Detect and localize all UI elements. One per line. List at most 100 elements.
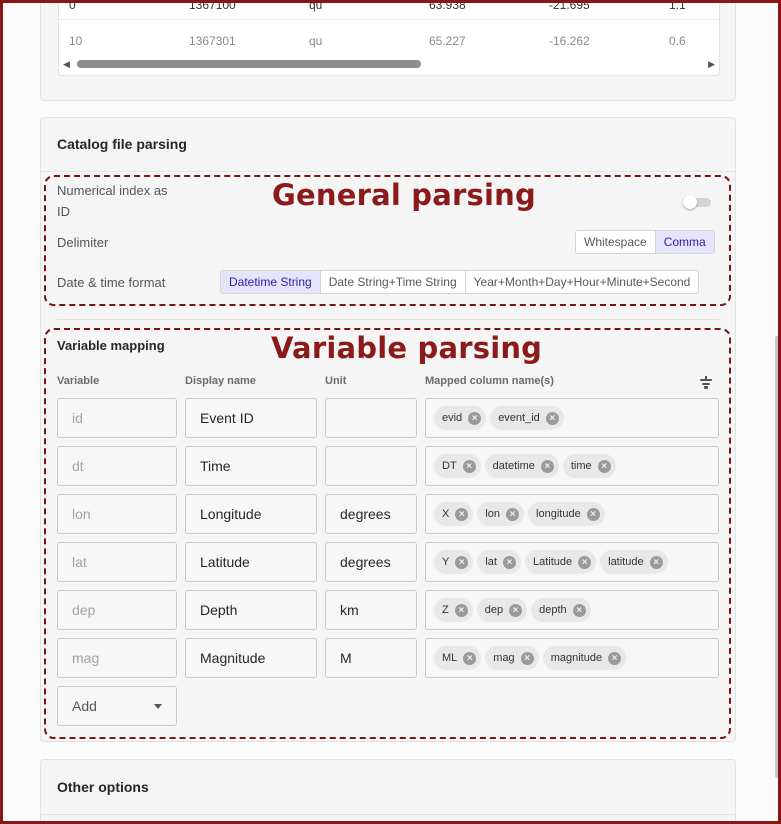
unit-input[interactable]: degrees [325,494,417,534]
variable-field[interactable]: dep [57,590,177,630]
variable-field[interactable]: id [57,398,177,438]
unit-input[interactable]: degrees [325,542,417,582]
mapped-columns-input[interactable]: DT × datetime × time × [425,446,719,486]
display-name-input[interactable]: Event ID [185,398,317,438]
unit-input[interactable] [325,446,417,486]
mapped-columns-input[interactable]: X × lon × longitude × [425,494,719,534]
settings-icon[interactable] [699,376,713,390]
horizontal-scrollbar[interactable]: ◀ ▶ [59,56,719,72]
scroll-left-icon[interactable]: ◀ [63,59,70,70]
scrollbar-thumb[interactable] [77,60,421,68]
datetime-option-ymdhms[interactable]: Year+Month+Day+Hour+Minute+Second [464,271,699,293]
catalog-preview-card: 0 1367100 qu 63.938 -21.695 1.1 10 13673… [40,0,736,101]
unit-input[interactable]: km [325,590,417,630]
table-cell: 1.1 [669,0,686,12]
remove-tag-icon[interactable]: × [649,555,663,569]
scroll-right-icon[interactable]: ▶ [708,59,715,70]
remove-tag-icon[interactable]: × [578,555,592,569]
column-tag: X × [434,502,474,526]
card-title: Other options [57,779,149,795]
variable-field[interactable]: mag [57,638,177,678]
column-header-mapped: Mapped column name(s) [425,375,554,387]
column-header-unit: Unit [325,375,347,387]
table-cell: qu [309,0,323,12]
column-tag: latitude × [600,550,668,574]
add-variable-select[interactable]: Add [57,686,177,726]
display-name-input[interactable]: Time [185,446,317,486]
catalog-preview-table: 0 1367100 qu 63.938 -21.695 1.1 10 13673… [58,0,720,76]
column-header-display-name: Display name [185,375,256,387]
remove-tag-icon[interactable]: × [502,555,516,569]
column-tag: magnitude × [542,646,627,670]
remove-tag-icon[interactable]: × [455,555,469,569]
remove-tag-icon[interactable]: × [454,603,468,617]
column-tag: time × [562,454,616,478]
mapped-columns-input[interactable]: Z × dep × depth × [425,590,719,630]
variable-field[interactable]: lat [57,542,177,582]
mapped-columns-input[interactable]: Y × lat × Latitude × latitude × [425,542,719,582]
table-cell: -21.695 [549,0,590,12]
variable-field[interactable]: dt [57,446,177,486]
toggle-knob [683,195,697,209]
table-cell: 1367100 [189,0,236,12]
divider [57,319,719,320]
column-tag: ML × [434,646,482,670]
divider [41,171,735,172]
column-tag: Z × [434,598,473,622]
variable-parsing-overlay-title: Variable parsing [271,331,543,365]
card-title: Catalog file parsing [57,136,187,152]
datetime-format-label: Date & time format [57,275,166,290]
column-tag: Latitude × [524,550,597,574]
remove-tag-icon[interactable]: × [520,651,534,665]
remove-tag-icon[interactable]: × [545,411,559,425]
column-tag: dep × [476,598,528,622]
mapped-columns-input[interactable]: evid × event_id × [425,398,719,438]
remove-tag-icon[interactable]: × [608,651,622,665]
column-tag: lat × [477,550,521,574]
table-cell: 0.6 [669,34,686,48]
delimiter-option-whitespace[interactable]: Whitespace [576,231,655,253]
datetime-format-selector: Datetime String Date String+Time String … [220,270,700,294]
delimiter-option-comma[interactable]: Comma [654,231,714,253]
datetime-option-date-time-string[interactable]: Date String+Time String [319,271,465,293]
column-tag: lon × [477,502,525,526]
table-cell: qu [309,34,323,48]
table-cell: 65.227 [429,34,466,48]
remove-tag-icon[interactable]: × [572,603,586,617]
table-cell: -16.262 [549,34,590,48]
remove-tag-icon[interactable]: × [509,603,523,617]
other-options-card: Other options [40,759,736,824]
remove-tag-icon[interactable]: × [506,507,520,521]
general-parsing-overlay-title: General parsing [272,178,536,212]
table-cell: 1367301 [189,34,236,48]
remove-tag-icon[interactable]: × [455,507,469,521]
column-tag: datetime × [484,454,559,478]
vertical-scrollbar[interactable] [775,336,779,778]
display-name-input[interactable]: Longitude [185,494,317,534]
remove-tag-icon[interactable]: × [586,507,600,521]
table-row: 0 1367100 qu 63.938 -21.695 1.1 [59,0,719,20]
display-name-input[interactable]: Latitude [185,542,317,582]
column-tag: Y × [434,550,474,574]
catalog-parsing-card: Catalog file parsing General parsing Num… [40,117,736,742]
divider [41,814,735,815]
display-name-input[interactable]: Magnitude [185,638,317,678]
remove-tag-icon[interactable]: × [468,411,482,425]
display-name-input[interactable]: Depth [185,590,317,630]
table-cell: 63.938 [429,0,466,12]
datetime-option-datetime-string[interactable]: Datetime String [221,271,320,293]
remove-tag-icon[interactable]: × [597,459,611,473]
remove-tag-icon[interactable]: × [462,459,476,473]
table-cell: 0 [69,0,76,12]
mapped-columns-input[interactable]: ML × mag × magnitude × [425,638,719,678]
column-tag: longitude × [528,502,605,526]
variable-mapping-title: Variable mapping [57,338,165,353]
remove-tag-icon[interactable]: × [540,459,554,473]
remove-tag-icon[interactable]: × [463,651,477,665]
unit-input[interactable] [325,398,417,438]
variable-field[interactable]: lon [57,494,177,534]
column-tag: depth × [531,598,591,622]
unit-input[interactable]: M [325,638,417,678]
numerical-index-toggle[interactable] [683,195,713,209]
column-tag: mag × [485,646,539,670]
